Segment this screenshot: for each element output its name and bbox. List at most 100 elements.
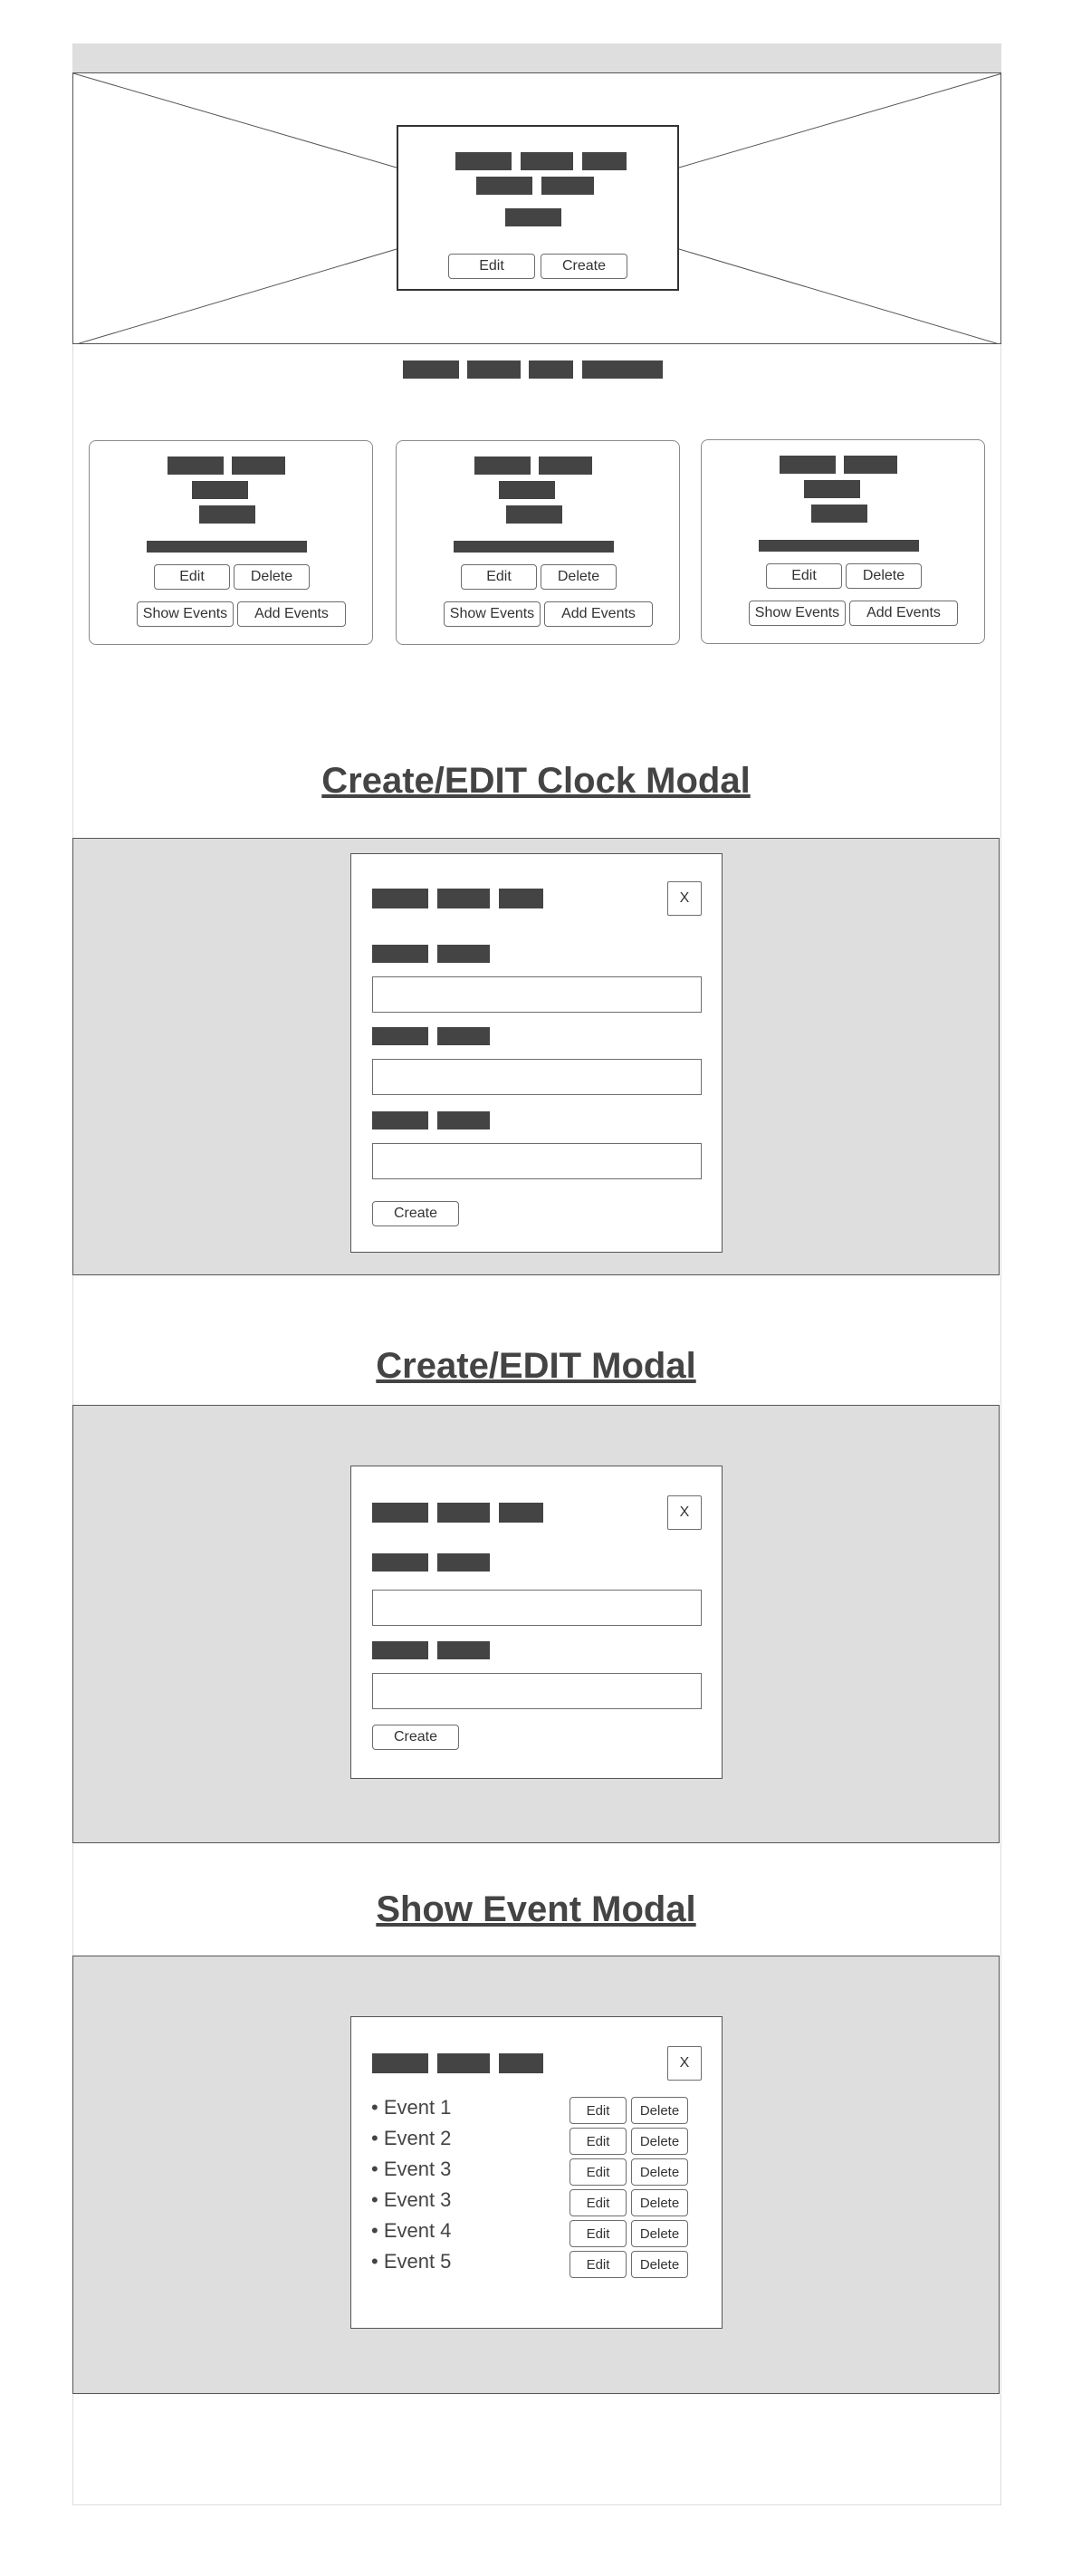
field-label-block (437, 945, 490, 963)
show-events-button[interactable]: Show Events (749, 601, 846, 626)
event-list-item: • Event 5 (371, 2250, 452, 2273)
modal-title-block (372, 2053, 428, 2073)
event-modal-section-title: Show Event Modal (376, 1889, 696, 1929)
card-title-block (506, 505, 562, 524)
field-label-block (372, 1111, 428, 1129)
modal-title-block (499, 889, 543, 908)
close-icon[interactable]: X (667, 1495, 702, 1530)
hero-heading-block (582, 152, 627, 170)
add-events-button[interactable]: Add Events (237, 601, 346, 627)
clock-modal: X Create (350, 853, 723, 1253)
field-label-block (437, 1641, 490, 1659)
field-label-block (372, 1641, 428, 1659)
modal-title-block (372, 889, 428, 908)
event-edit-button[interactable]: Edit (570, 2097, 627, 2124)
field-label-block (437, 1111, 490, 1129)
clock-card: Edit Delete Show Events Add Events (701, 439, 985, 644)
event-list-item: • Event 3 (371, 2158, 452, 2180)
nav-block (529, 360, 573, 379)
top-bar (72, 43, 1001, 72)
event-list-item: • Event 1 (371, 2096, 452, 2119)
clock-create-button[interactable]: Create (372, 1201, 459, 1226)
event-edit-button[interactable]: Edit (570, 2128, 627, 2155)
event-delete-button[interactable]: Delete (631, 2189, 688, 2216)
field-label-block (372, 945, 428, 963)
card-title-block (804, 480, 860, 498)
card-text-line (147, 541, 307, 553)
modal-title-block (499, 1503, 543, 1523)
clock-card: Edit Delete Show Events Add Events (89, 440, 373, 645)
clock-field-3-input[interactable] (372, 1143, 702, 1179)
modal-title-block (437, 1503, 490, 1523)
clock-edit-button[interactable]: Edit (154, 564, 230, 590)
event-list-item: • Event 4 (371, 2219, 452, 2242)
event-list-item: • Event 3 (371, 2188, 452, 2211)
clock-edit-button[interactable]: Edit (461, 564, 537, 590)
hero-card: Edit Create (397, 125, 679, 291)
modal-title-block (437, 2053, 490, 2073)
clock-modal-section-title: Create/EDIT Clock Modal (321, 761, 751, 801)
event-list-item: • Event 2 (371, 2127, 452, 2149)
card-title-block (199, 505, 255, 524)
clock-modal-overlay: X Create (72, 838, 1000, 1275)
clock-card: Edit Delete Show Events Add Events (396, 440, 680, 645)
edit-modal: X Create (350, 1466, 723, 1779)
hero-edit-button[interactable]: Edit (448, 254, 535, 279)
clock-edit-button[interactable]: Edit (766, 563, 842, 589)
show-events-button[interactable]: Show Events (444, 601, 541, 627)
show-events-button[interactable]: Show Events (137, 601, 234, 627)
card-title-block (192, 481, 248, 499)
event-delete-button[interactable]: Delete (631, 2128, 688, 2155)
hero-create-button[interactable]: Create (541, 254, 627, 279)
event-edit-button[interactable]: Edit (570, 2220, 627, 2247)
card-title-block (844, 456, 897, 474)
hero-subheading-block (505, 208, 561, 226)
event-modal: X • Event 1 Edit Delete • Event 2 Edit D… (350, 2016, 723, 2329)
edit-modal-section-title: Create/EDIT Modal (376, 1346, 696, 1386)
field-label-block (437, 1027, 490, 1045)
edit-field-2-input[interactable] (372, 1673, 702, 1709)
field-label-block (437, 1553, 490, 1572)
event-modal-overlay: X • Event 1 Edit Delete • Event 2 Edit D… (72, 1956, 1000, 2394)
card-title-block (539, 457, 592, 475)
add-events-button[interactable]: Add Events (544, 601, 653, 627)
nav-block (467, 360, 521, 379)
card-title-block (499, 481, 555, 499)
event-edit-button[interactable]: Edit (570, 2158, 627, 2186)
card-title-block (811, 505, 867, 523)
edit-field-1-input[interactable] (372, 1590, 702, 1626)
card-title-block (232, 457, 285, 475)
hero-image-placeholder: Edit Create (72, 72, 1001, 344)
close-icon[interactable]: X (667, 2046, 702, 2081)
nav-block (403, 360, 459, 379)
event-delete-button[interactable]: Delete (631, 2251, 688, 2278)
clock-field-1-input[interactable] (372, 976, 702, 1013)
card-text-line (759, 540, 919, 552)
edit-create-button[interactable]: Create (372, 1725, 459, 1750)
hero-heading-block (455, 152, 512, 170)
event-edit-button[interactable]: Edit (570, 2189, 627, 2216)
event-delete-button[interactable]: Delete (631, 2097, 688, 2124)
modal-title-block (437, 889, 490, 908)
close-icon[interactable]: X (667, 881, 702, 916)
nav-block (582, 360, 663, 379)
modal-title-block (372, 1503, 428, 1523)
clock-delete-button[interactable]: Delete (846, 563, 922, 589)
clock-delete-button[interactable]: Delete (541, 564, 617, 590)
card-text-line (454, 541, 614, 553)
field-label-block (372, 1027, 428, 1045)
event-edit-button[interactable]: Edit (570, 2251, 627, 2278)
event-delete-button[interactable]: Delete (631, 2158, 688, 2186)
card-title-block (168, 457, 224, 475)
clock-field-2-input[interactable] (372, 1059, 702, 1095)
hero-heading-block (541, 177, 594, 195)
hero-heading-block (521, 152, 573, 170)
field-label-block (372, 1553, 428, 1572)
event-delete-button[interactable]: Delete (631, 2220, 688, 2247)
hero-heading-block (476, 177, 532, 195)
card-title-block (474, 457, 531, 475)
add-events-button[interactable]: Add Events (849, 601, 958, 626)
clock-delete-button[interactable]: Delete (234, 564, 310, 590)
modal-title-block (499, 2053, 543, 2073)
card-title-block (780, 456, 836, 474)
